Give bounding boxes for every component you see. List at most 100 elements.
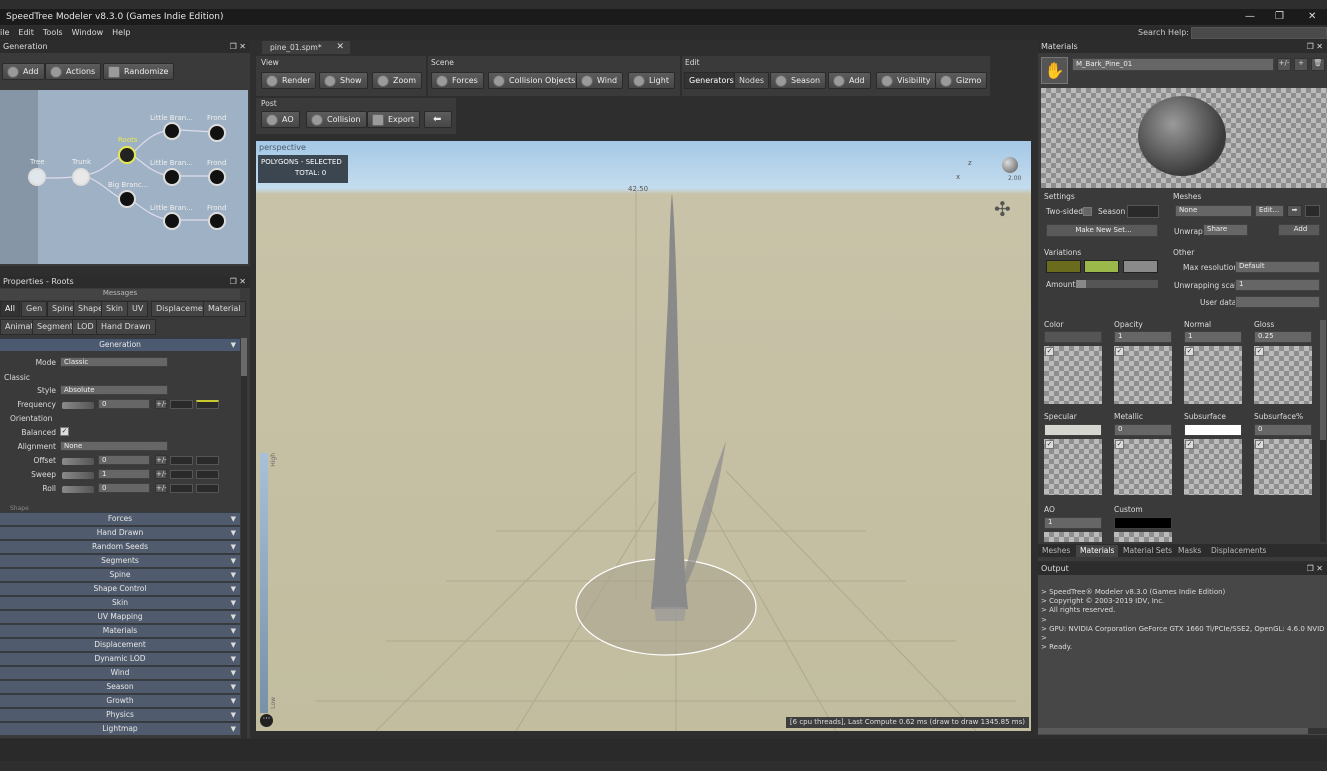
tab-all[interactable]: All xyxy=(0,301,20,317)
minimize-button[interactable]: — xyxy=(1245,9,1255,25)
gloss-field[interactable]: 0.25 xyxy=(1254,331,1312,343)
mode-dropdown[interactable]: Classic xyxy=(60,357,168,367)
nodes-toggle[interactable]: Nodes xyxy=(734,72,770,89)
max-resolution-dropdown[interactable]: Default xyxy=(1235,261,1320,273)
new-material-button[interactable]: + xyxy=(1294,58,1308,71)
frequency-curve-swatch[interactable] xyxy=(170,400,193,409)
tab-displacements[interactable]: Displacements xyxy=(1211,545,1266,557)
little-branch-node-2[interactable] xyxy=(163,168,181,186)
tab-materials[interactable]: Materials xyxy=(1076,545,1119,557)
mesh-add-button[interactable]: Add xyxy=(1278,224,1320,236)
sweep-slider[interactable] xyxy=(62,472,94,479)
menu-tools[interactable]: Tools xyxy=(43,28,63,37)
little-branch-node-1[interactable] xyxy=(163,122,181,140)
back-arrow-button[interactable]: ⬅ xyxy=(424,111,452,128)
variation-swatch-2[interactable] xyxy=(1084,260,1119,273)
section-lightmap[interactable]: Lightmap ▼ xyxy=(0,722,240,735)
show-button[interactable]: Show xyxy=(319,72,368,89)
variation-swatch-1[interactable] xyxy=(1046,260,1081,273)
section-skin[interactable]: Skin ▼ xyxy=(0,596,240,609)
frequency-curve-swatch-2[interactable] xyxy=(196,400,219,409)
unwrap-dropdown[interactable]: Share xyxy=(1203,224,1248,236)
section-dynamic-lod[interactable]: Dynamic LOD ▼ xyxy=(0,652,240,665)
alignment-dropdown[interactable]: None xyxy=(60,441,168,451)
metallic-field[interactable]: 0 xyxy=(1114,424,1172,436)
section-uv-mapping[interactable]: UV Mapping ▼ xyxy=(0,610,240,623)
normal-field[interactable]: 1 xyxy=(1184,331,1242,343)
mesh-edit-button[interactable]: Edit... xyxy=(1255,205,1284,217)
frequency-pm-button[interactable]: +/- xyxy=(155,399,167,409)
color-map-slot[interactable]: ✓ xyxy=(1044,346,1102,404)
make-new-set-button[interactable]: Make New Set... xyxy=(1046,224,1158,237)
season-button[interactable]: Season xyxy=(770,72,827,89)
metallic-map-slot[interactable]: ✓ xyxy=(1114,439,1172,495)
lod-slider[interactable] xyxy=(260,453,268,713)
big-branch-node[interactable] xyxy=(118,190,136,208)
tree-node[interactable] xyxy=(28,168,46,186)
unwrapping-scale-field[interactable]: 1 xyxy=(1235,279,1320,291)
mesh-arrow-icon[interactable]: ➡ xyxy=(1287,205,1302,217)
search-help-input[interactable] xyxy=(1191,27,1327,39)
season-swatch[interactable] xyxy=(1127,205,1159,218)
roll-curve-swatch[interactable] xyxy=(170,484,193,493)
section-season[interactable]: Season ▼ xyxy=(0,680,240,693)
opacity-field[interactable]: 1 xyxy=(1114,331,1172,343)
color-field[interactable] xyxy=(1044,331,1102,343)
tab-uv[interactable]: UV xyxy=(127,301,149,317)
section-displacement[interactable]: Displacement ▼ xyxy=(0,638,240,651)
subsurface-swatch[interactable] xyxy=(1184,424,1242,436)
tab-gen[interactable]: Gen xyxy=(21,301,48,317)
close-tab-icon[interactable]: ✕ xyxy=(336,41,344,54)
tab-skin[interactable]: Skin xyxy=(101,301,129,317)
normal-map-slot[interactable]: ✓ xyxy=(1184,346,1242,404)
export-button[interactable]: Export xyxy=(367,111,421,128)
section-shape-control[interactable]: Shape Control ▼ xyxy=(0,582,240,595)
ao-map-slot[interactable] xyxy=(1044,532,1102,542)
sweep-curve-swatch[interactable] xyxy=(170,470,193,479)
subsurface-pct-map-slot[interactable]: ✓ xyxy=(1254,439,1312,495)
subsurface-pct-field[interactable]: 0 xyxy=(1254,424,1312,436)
delete-material-icon[interactable]: 🗑 xyxy=(1311,58,1325,71)
tab-material[interactable]: Material xyxy=(203,301,246,317)
sweep-pm-button[interactable]: +/- xyxy=(155,469,167,479)
section-growth[interactable]: Growth ▼ xyxy=(0,694,240,707)
tab-lod[interactable]: LOD xyxy=(72,319,99,335)
section-forces[interactable]: Forces ▼ xyxy=(0,512,240,525)
zoom-button[interactable]: Zoom xyxy=(372,72,423,89)
messages-bar[interactable]: Messages xyxy=(0,289,240,300)
frequency-slider[interactable] xyxy=(62,402,94,409)
frond-node-2[interactable] xyxy=(208,168,226,186)
forces-button[interactable]: Forces xyxy=(431,72,484,89)
menu-help[interactable]: Help xyxy=(112,28,130,37)
custom-swatch[interactable] xyxy=(1114,517,1172,529)
offset-pm-button[interactable]: +/- xyxy=(155,455,167,465)
custom-map-slot[interactable] xyxy=(1114,532,1172,542)
collision-objects-button[interactable]: Collision Objects xyxy=(488,72,582,89)
offset-field[interactable]: 0 xyxy=(98,455,150,465)
properties-scrollbar[interactable] xyxy=(241,338,247,738)
specular-map-slot[interactable]: ✓ xyxy=(1044,439,1102,495)
panel-close-icon[interactable]: ❐ ✕ xyxy=(1307,563,1323,575)
tab-masks[interactable]: Masks xyxy=(1178,545,1201,557)
sweep-curve-swatch-2[interactable] xyxy=(196,470,219,479)
roll-curve-swatch-2[interactable] xyxy=(196,484,219,493)
node-graph[interactable]: Tree Trunk Roots Big Branc... Little Bra… xyxy=(0,90,248,264)
user-data-field[interactable] xyxy=(1235,296,1320,308)
gloss-map-slot[interactable]: ✓ xyxy=(1254,346,1312,404)
sweep-field[interactable]: 1 xyxy=(98,469,150,479)
more-options-icon[interactable]: ··· xyxy=(260,714,273,727)
section-random-seeds[interactable]: Random Seeds ▼ xyxy=(0,540,240,553)
trunk-node[interactable] xyxy=(72,168,90,186)
balanced-checkbox[interactable]: ✓ xyxy=(60,427,69,436)
material-name-dropdown[interactable]: M_Bark_Pine_01 xyxy=(1072,58,1274,71)
hand-tool-icon[interactable]: ✋ xyxy=(1041,57,1068,84)
wind-button[interactable]: Wind xyxy=(576,72,624,89)
menu-window[interactable]: Window xyxy=(72,28,104,37)
generation-section-header[interactable]: Generation ▼ xyxy=(0,338,240,351)
mesh-dropdown[interactable]: None xyxy=(1175,205,1252,217)
roll-pm-button[interactable]: +/- xyxy=(155,483,167,493)
generators-toggle[interactable]: Generators xyxy=(684,72,739,89)
collision-button[interactable]: Collision xyxy=(306,111,367,128)
materials-scrollbar[interactable] xyxy=(1320,320,1326,542)
tab-material-sets[interactable]: Material Sets xyxy=(1123,545,1172,557)
